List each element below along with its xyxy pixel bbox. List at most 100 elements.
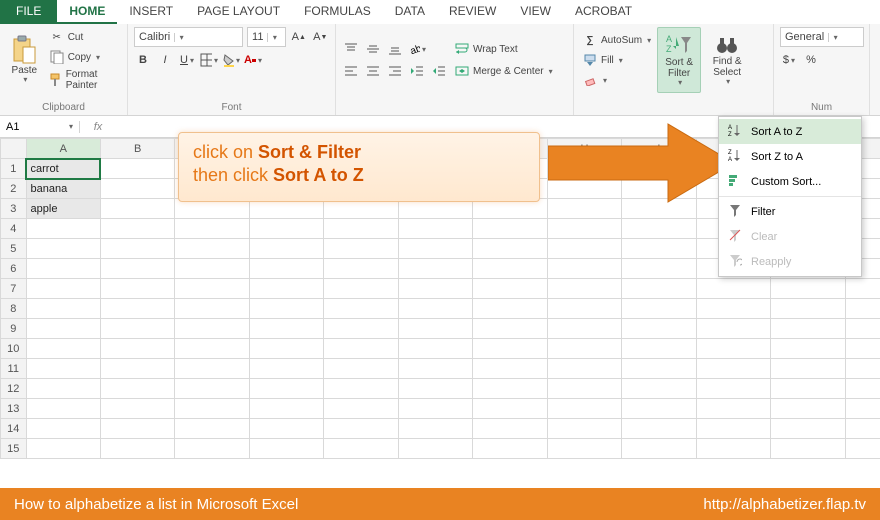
cell[interactable] bbox=[100, 219, 174, 239]
cell[interactable] bbox=[26, 319, 100, 339]
tab-formulas[interactable]: FORMULAS bbox=[292, 0, 383, 24]
cell[interactable] bbox=[622, 319, 696, 339]
cell[interactable] bbox=[100, 439, 174, 459]
cell[interactable] bbox=[100, 299, 174, 319]
cell[interactable] bbox=[26, 439, 100, 459]
row-header[interactable]: 7 bbox=[1, 279, 27, 299]
cell[interactable] bbox=[175, 399, 249, 419]
cell[interactable] bbox=[324, 379, 398, 399]
cell[interactable] bbox=[26, 219, 100, 239]
cell[interactable] bbox=[547, 239, 621, 259]
cell[interactable] bbox=[622, 379, 696, 399]
paste-button[interactable]: Paste ▾ bbox=[6, 27, 43, 93]
merge-center-button[interactable]: Merge & Center▾ bbox=[452, 62, 555, 80]
cell[interactable] bbox=[398, 419, 472, 439]
cell[interactable] bbox=[324, 399, 398, 419]
cell[interactable] bbox=[175, 299, 249, 319]
cell[interactable] bbox=[324, 239, 398, 259]
cell[interactable] bbox=[398, 359, 472, 379]
menu-sort-za[interactable]: ZASort Z to A bbox=[719, 144, 861, 169]
cell[interactable] bbox=[249, 279, 323, 299]
col-header-B[interactable]: B bbox=[100, 139, 174, 159]
cell[interactable] bbox=[175, 379, 249, 399]
cell[interactable] bbox=[175, 419, 249, 439]
cell[interactable] bbox=[324, 219, 398, 239]
orientation-button[interactable]: ab▾ bbox=[408, 40, 426, 58]
row-header[interactable]: 12 bbox=[1, 379, 27, 399]
cell[interactable] bbox=[696, 339, 770, 359]
cell-A3[interactable]: apple bbox=[26, 199, 100, 219]
cell[interactable] bbox=[473, 419, 547, 439]
cell[interactable] bbox=[26, 279, 100, 299]
cell[interactable] bbox=[100, 199, 174, 219]
cell[interactable] bbox=[547, 399, 621, 419]
tab-home[interactable]: HOME bbox=[57, 0, 117, 24]
cell[interactable] bbox=[398, 439, 472, 459]
row-header[interactable]: 6 bbox=[1, 259, 27, 279]
align-bottom-button[interactable] bbox=[386, 40, 404, 58]
font-size-select[interactable]: 11▾ bbox=[247, 27, 286, 47]
cell[interactable] bbox=[249, 359, 323, 379]
col-header-A[interactable]: A bbox=[26, 139, 100, 159]
align-left-button[interactable] bbox=[342, 62, 360, 80]
cell[interactable] bbox=[771, 319, 845, 339]
row-header[interactable]: 10 bbox=[1, 339, 27, 359]
cell[interactable] bbox=[771, 379, 845, 399]
cell[interactable] bbox=[26, 419, 100, 439]
cell[interactable] bbox=[771, 439, 845, 459]
tab-data[interactable]: DATA bbox=[383, 0, 437, 24]
row-header[interactable]: 8 bbox=[1, 299, 27, 319]
cell[interactable] bbox=[398, 279, 472, 299]
cell[interactable] bbox=[547, 279, 621, 299]
cell[interactable] bbox=[771, 299, 845, 319]
bold-button[interactable]: B bbox=[134, 51, 152, 69]
cell[interactable] bbox=[547, 379, 621, 399]
decrease-font-button[interactable]: A▼ bbox=[312, 28, 330, 46]
cell[interactable] bbox=[26, 379, 100, 399]
cell[interactable] bbox=[473, 359, 547, 379]
cell[interactable] bbox=[398, 319, 472, 339]
cell[interactable] bbox=[845, 419, 880, 439]
cell[interactable] bbox=[622, 439, 696, 459]
cell[interactable] bbox=[473, 219, 547, 239]
row-header[interactable]: 11 bbox=[1, 359, 27, 379]
underline-button[interactable]: U▾ bbox=[178, 51, 196, 69]
fill-color-button[interactable]: ▾ bbox=[222, 51, 240, 69]
cell[interactable] bbox=[473, 259, 547, 279]
cell[interactable] bbox=[845, 299, 880, 319]
cell[interactable] bbox=[324, 319, 398, 339]
cell[interactable] bbox=[175, 279, 249, 299]
align-center-button[interactable] bbox=[364, 62, 382, 80]
cell[interactable] bbox=[547, 259, 621, 279]
cell[interactable] bbox=[696, 419, 770, 439]
cell[interactable] bbox=[398, 299, 472, 319]
increase-font-button[interactable]: A▲ bbox=[290, 28, 308, 46]
cell[interactable] bbox=[26, 339, 100, 359]
cell[interactable] bbox=[249, 439, 323, 459]
cut-button[interactable]: ✂Cut bbox=[47, 28, 121, 46]
cell[interactable] bbox=[100, 379, 174, 399]
cell[interactable] bbox=[845, 279, 880, 299]
format-painter-button[interactable]: Format Painter bbox=[47, 68, 121, 92]
row-header[interactable]: 9 bbox=[1, 319, 27, 339]
row-header[interactable]: 13 bbox=[1, 399, 27, 419]
cell[interactable] bbox=[547, 439, 621, 459]
cell[interactable] bbox=[473, 299, 547, 319]
cell[interactable] bbox=[547, 299, 621, 319]
cell[interactable] bbox=[622, 359, 696, 379]
font-name-select[interactable]: Calibri▾ bbox=[134, 27, 243, 47]
cell[interactable] bbox=[324, 339, 398, 359]
cell[interactable] bbox=[473, 319, 547, 339]
cell[interactable] bbox=[696, 359, 770, 379]
cell[interactable] bbox=[622, 219, 696, 239]
menu-sort-az[interactable]: AZSort A to Z bbox=[719, 119, 861, 144]
cell[interactable] bbox=[696, 319, 770, 339]
cell[interactable] bbox=[696, 399, 770, 419]
cell[interactable] bbox=[547, 339, 621, 359]
autosum-button[interactable]: ∑AutoSum▾ bbox=[580, 31, 653, 49]
cell[interactable] bbox=[771, 339, 845, 359]
cell[interactable] bbox=[249, 219, 323, 239]
cell[interactable] bbox=[473, 439, 547, 459]
cell[interactable] bbox=[845, 379, 880, 399]
menu-custom-sort[interactable]: Custom Sort... bbox=[719, 169, 861, 194]
